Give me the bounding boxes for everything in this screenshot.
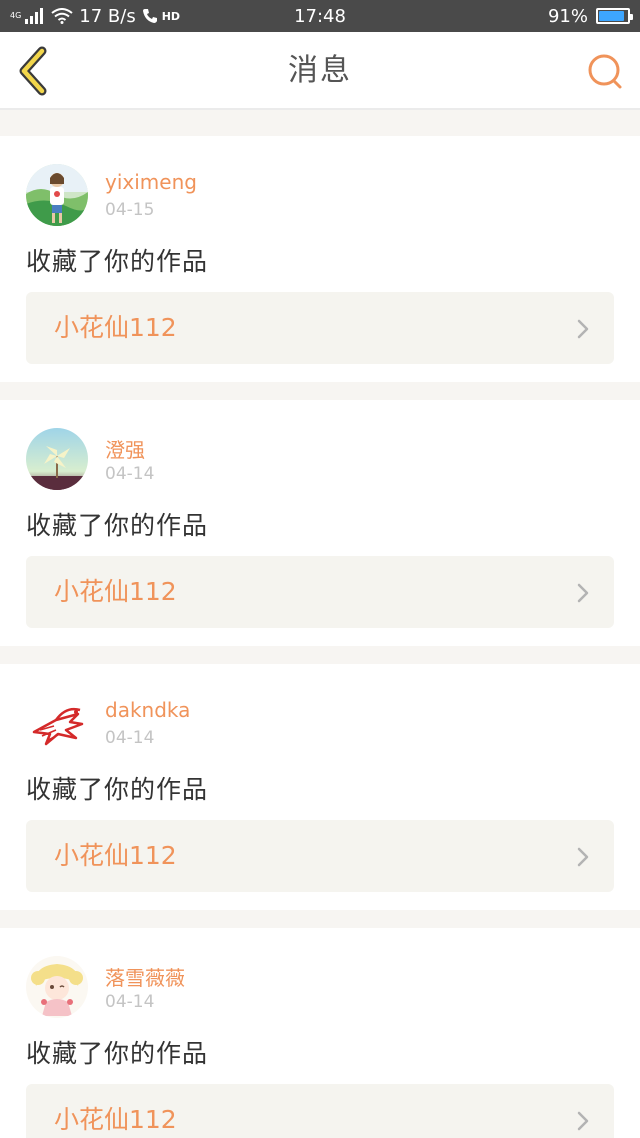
hd-label: HD: [161, 9, 181, 23]
action-text: 收藏了你的作品: [26, 1039, 209, 1068]
work-link[interactable]: 小花仙112: [26, 820, 614, 892]
message-card: 落雪薇薇 04-14 收藏了你的作品 小花仙112: [0, 928, 640, 1138]
user-photo-avatar[interactable]: [26, 164, 88, 226]
message-date: 04-14: [105, 728, 155, 748]
message-date: 04-14: [105, 464, 155, 484]
message-list: yiximeng 04-15 收藏了你的作品 小花仙112 澄强 04-14 收…: [0, 136, 640, 1138]
message-card: 澄强 04-14 收藏了你的作品 小花仙112: [0, 400, 640, 646]
network-speed: 17 B/s: [79, 5, 136, 27]
search-button[interactable]: [586, 52, 626, 92]
battery-percent: 91%: [547, 5, 588, 27]
status-left: 4G 17 B/s HD: [10, 6, 180, 27]
anime-girl-avatar[interactable]: [26, 956, 88, 1018]
chevron-right-icon: [577, 583, 589, 603]
work-link[interactable]: 小花仙112: [26, 292, 614, 364]
chevron-right-icon: [577, 847, 589, 867]
phone-icon: [142, 9, 157, 23]
search-icon: [588, 54, 622, 89]
chevron-right-icon: [577, 1111, 589, 1131]
nav-header: 消息: [0, 32, 640, 110]
network-type-label: 4G: [10, 10, 22, 20]
username[interactable]: yiximeng: [105, 170, 197, 194]
page-title: 消息: [288, 53, 352, 88]
action-text: 收藏了你的作品: [26, 511, 209, 540]
work-title: 小花仙112: [54, 577, 177, 606]
chevron-right-icon: [577, 319, 589, 339]
username[interactable]: dakndka: [105, 698, 190, 722]
signal-icon: [25, 8, 44, 24]
message-card: dakndka 04-14 收藏了你的作品 小花仙112: [0, 664, 640, 910]
message-date: 04-14: [105, 992, 155, 1012]
red-bird-avatar[interactable]: [26, 692, 88, 754]
message-card: yiximeng 04-15 收藏了你的作品 小花仙112: [0, 136, 640, 382]
action-text: 收藏了你的作品: [26, 775, 209, 804]
battery-icon: [596, 8, 633, 24]
action-text: 收藏了你的作品: [26, 247, 209, 276]
message-date: 04-15: [105, 200, 155, 220]
work-link[interactable]: 小花仙112: [26, 556, 614, 628]
status-bar: 4G 17 B/s HD 17:48 91%: [0, 0, 640, 32]
work-title: 小花仙112: [54, 1105, 177, 1134]
work-title: 小花仙112: [54, 313, 177, 342]
battery-fill: [599, 11, 625, 21]
pinwheel-avatar[interactable]: [26, 428, 88, 490]
status-right: 91%: [547, 5, 633, 27]
work-link[interactable]: 小花仙112: [26, 1084, 614, 1138]
work-title: 小花仙112: [54, 841, 177, 870]
username[interactable]: 落雪薇薇: [105, 962, 185, 991]
wifi-icon: [51, 8, 73, 24]
username[interactable]: 澄强: [105, 434, 145, 463]
